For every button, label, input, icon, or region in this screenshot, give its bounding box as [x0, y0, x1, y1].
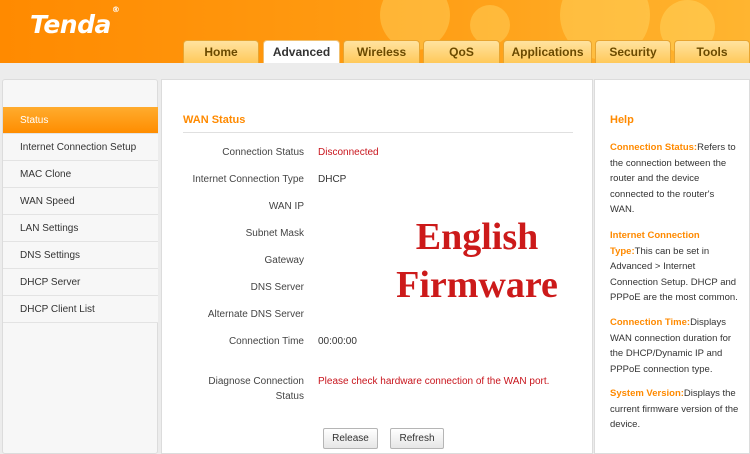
- tenda-logo[interactable]: Tenda®: [30, 5, 120, 39]
- sidebar-item-lan-settings[interactable]: LAN Settings: [3, 215, 158, 242]
- sidebar-menu: Status Internet Connection Setup MAC Clo…: [2, 79, 158, 454]
- tab-home[interactable]: Home: [183, 40, 259, 63]
- help-connection-status: Connection Status:Refers to the connecti…: [610, 140, 740, 218]
- tab-advanced[interactable]: Advanced: [263, 40, 340, 63]
- connection-type-label: Internet Connection Type: [192, 174, 304, 185]
- tab-security[interactable]: Security: [595, 40, 671, 63]
- watermark-line2: Firmware: [396, 264, 558, 306]
- tab-wireless[interactable]: Wireless: [343, 40, 420, 63]
- help-key: Connection Time:: [610, 317, 691, 328]
- diagnose-status-label-line1: Diagnose Connection: [208, 376, 304, 387]
- help-title: Help: [610, 114, 634, 126]
- help-connection-time: Connection Time:Displays WAN connection …: [610, 315, 740, 377]
- sidebar-item-internet-connection-setup[interactable]: Internet Connection Setup: [3, 134, 158, 161]
- sidebar-item-mac-clone[interactable]: MAC Clone: [3, 161, 158, 188]
- sidebar-item-dns-settings[interactable]: DNS Settings: [3, 242, 158, 269]
- subnet-mask-label: Subnet Mask: [245, 228, 304, 239]
- tab-qos[interactable]: QoS: [423, 40, 500, 63]
- help-system-version: System Version:Displays the current firm…: [610, 386, 740, 433]
- dns-server-label: DNS Server: [250, 282, 304, 293]
- title-divider: [183, 132, 573, 133]
- help-key: Connection Status:: [610, 142, 698, 153]
- tab-applications[interactable]: Applications: [503, 40, 592, 63]
- sidebar-item-status[interactable]: Status: [3, 107, 158, 134]
- sidebar-item-dhcp-server[interactable]: DHCP Server: [3, 269, 158, 296]
- connection-type-value: DHCP: [318, 174, 347, 185]
- release-button[interactable]: Release: [323, 428, 378, 449]
- help-panel: Help Connection Status:Refers to the con…: [594, 79, 750, 454]
- banner-decoration: [470, 5, 510, 45]
- header-banner: Tenda® Home Advanced Wireless QoS Applic…: [0, 0, 750, 63]
- logo-text: Tenda: [30, 10, 111, 39]
- logo-registered-mark: ®: [111, 4, 120, 14]
- connection-time-label: Connection Time: [228, 336, 304, 347]
- diagnose-status-value: Please check hardware connection of the …: [318, 376, 550, 387]
- wan-status-panel: WAN Status Connection Status Disconnecte…: [161, 79, 593, 454]
- connection-time-value: 00:00:00: [318, 336, 357, 347]
- page-title: WAN Status: [183, 114, 246, 126]
- alternate-dns-label: Alternate DNS Server: [207, 309, 304, 320]
- gateway-label: Gateway: [264, 255, 304, 266]
- refresh-button[interactable]: Refresh: [390, 428, 444, 449]
- connection-status-value: Disconnected: [318, 147, 379, 158]
- help-connection-type: Internet Connection Type:This can be set…: [610, 228, 740, 306]
- diagnose-status-label-line2: Status: [275, 391, 304, 402]
- connection-status-label: Connection Status: [222, 147, 304, 158]
- tab-tools[interactable]: Tools: [674, 40, 750, 63]
- sidebar-item-wan-speed[interactable]: WAN Speed: [3, 188, 158, 215]
- help-key: System Version:: [610, 388, 684, 399]
- sidebar-item-dhcp-client-list[interactable]: DHCP Client List: [3, 296, 158, 323]
- watermark-line1: English: [415, 216, 539, 258]
- wan-ip-label: WAN IP: [268, 201, 304, 212]
